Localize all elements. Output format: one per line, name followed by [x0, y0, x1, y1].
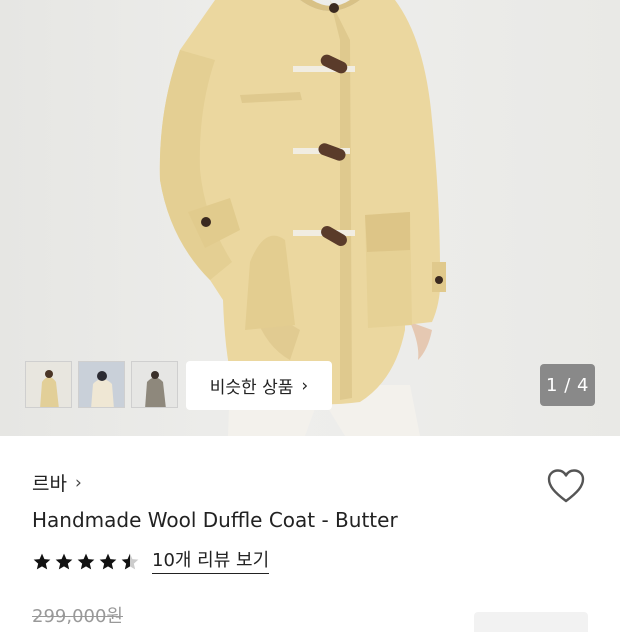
similar-products-button[interactable]: 비슷한 상품 ›	[186, 361, 332, 410]
image-pager-indicator: 1 / 4	[540, 364, 595, 406]
brand-name: 르바	[32, 473, 67, 495]
star-icon	[77, 553, 95, 570]
product-image-gallery[interactable]: 비슷한 상품 › 1 / 4	[0, 0, 620, 436]
star-icon	[55, 553, 73, 570]
thumbnail-3[interactable]	[131, 361, 178, 408]
thumbnail-strip	[25, 361, 178, 408]
star-icon	[33, 553, 51, 570]
brand-link[interactable]: 르바 ›	[32, 469, 82, 496]
chevron-right-icon: ›	[74, 472, 82, 493]
product-title: Handmade Wool Duffle Coat - Butter	[32, 508, 398, 532]
similar-products-label: 비슷한 상품	[209, 378, 294, 398]
chevron-right-icon: ›	[301, 375, 309, 396]
heart-outline-icon[interactable]	[546, 467, 586, 505]
star-icon	[99, 553, 117, 570]
star-half-icon	[121, 553, 139, 570]
thumbnail-2[interactable]	[78, 361, 125, 408]
thumbnail-1[interactable]	[25, 361, 72, 408]
review-link[interactable]: 10개 리뷰 보기	[152, 550, 270, 574]
rating-row: 10개 리뷰 보기	[32, 550, 270, 574]
option-box[interactable]	[474, 612, 588, 632]
original-price: 299,000원	[32, 606, 123, 627]
star-rating	[32, 552, 140, 572]
